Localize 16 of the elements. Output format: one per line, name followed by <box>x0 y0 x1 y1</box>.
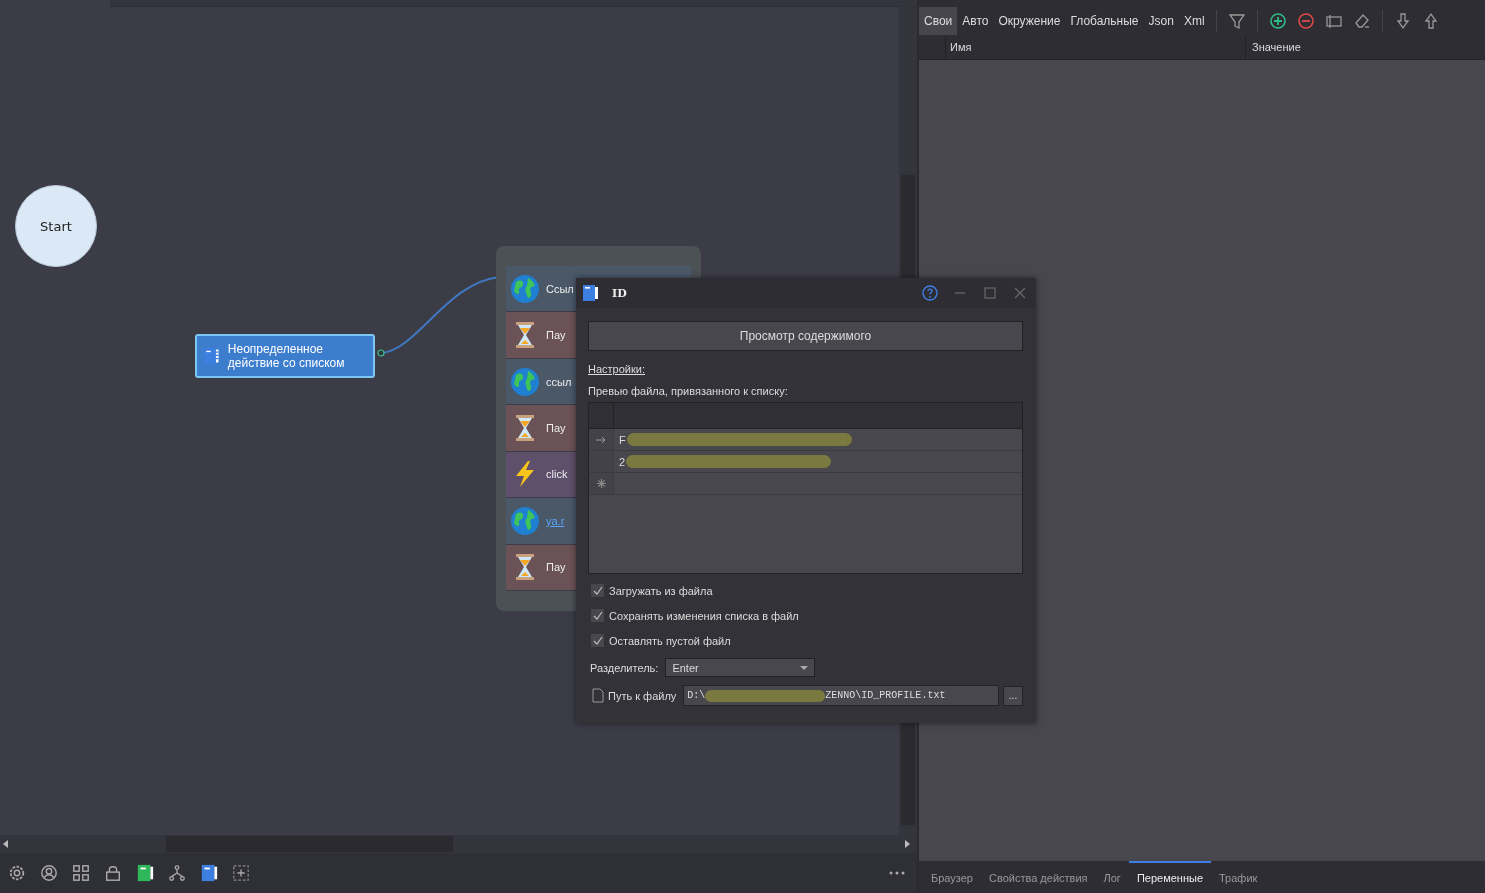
action-label: Ссыл <box>546 282 574 295</box>
node-label: Неопределенное действие со списком <box>227 342 346 370</box>
table-cell: 2 <box>619 455 626 468</box>
action-label: Пау <box>546 329 566 342</box>
table-cell: F <box>619 433 626 446</box>
separator-label: Разделитель: <box>590 661 659 674</box>
action-label: Пау <box>546 421 566 434</box>
checkbox-label: Оставлять пустой файл <box>609 634 731 647</box>
path-label: Путь к файлу <box>608 689 677 702</box>
action-label: click <box>546 468 568 481</box>
preview-label: Превью файла, привязанного к списку: <box>588 385 789 397</box>
checkbox-label: Загружать из файла <box>609 584 713 597</box>
dialog-title: ID <box>612 286 627 300</box>
action-label: ссыл <box>546 375 572 388</box>
action-label: Пау <box>546 561 566 574</box>
checkbox-label: Сохранять изменения списка в файл <box>609 609 799 622</box>
